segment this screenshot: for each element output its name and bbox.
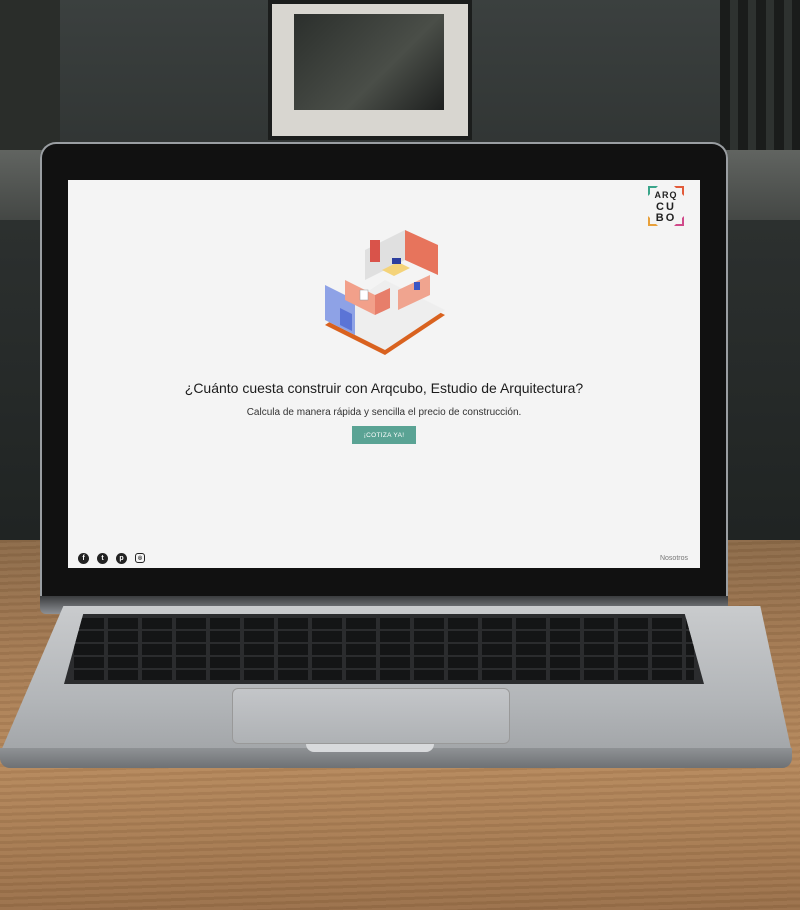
logo-text-line2: CU [656,201,676,213]
twitter-icon[interactable]: t [97,553,108,564]
laptop-screen: ARQ CU BO ¿Cuánto cuesta construir con A… [68,180,700,568]
background-plant [0,0,60,150]
hero-headline: ¿Cuánto cuesta construir con Arqcubo, Es… [184,380,584,396]
illustration-back-wall-red [405,230,438,275]
arqcubo-logo[interactable]: ARQ CU BO [648,186,684,226]
logo-corner [674,216,684,226]
picture-frame-image [294,14,444,110]
illustration-door [359,289,369,301]
isometric-house-illustration [325,230,445,355]
logo-corner [648,216,658,226]
illustration-bookshelf [370,240,380,262]
about-link[interactable]: Nosotros [660,555,688,562]
laptop-trackpad [232,688,510,744]
laptop-notch [306,744,434,752]
keyboard-keys [74,618,694,680]
facebook-icon[interactable]: f [78,553,89,564]
social-links: f t p ◎ [78,553,145,564]
hero-subheadline: Calcula de manera rápida y sencilla el p… [246,407,522,418]
illustration-desk [414,282,420,290]
logo-corner [674,186,684,196]
quote-now-button[interactable]: ¡COTIZA YA! [352,426,416,444]
background-picture-frame [268,0,472,140]
background-books [720,0,800,150]
pinterest-icon[interactable]: p [116,553,127,564]
laptop-keyboard [64,614,704,684]
illustration-sofa [392,258,401,264]
instagram-icon[interactable]: ◎ [135,553,145,563]
logo-corner [648,186,658,196]
